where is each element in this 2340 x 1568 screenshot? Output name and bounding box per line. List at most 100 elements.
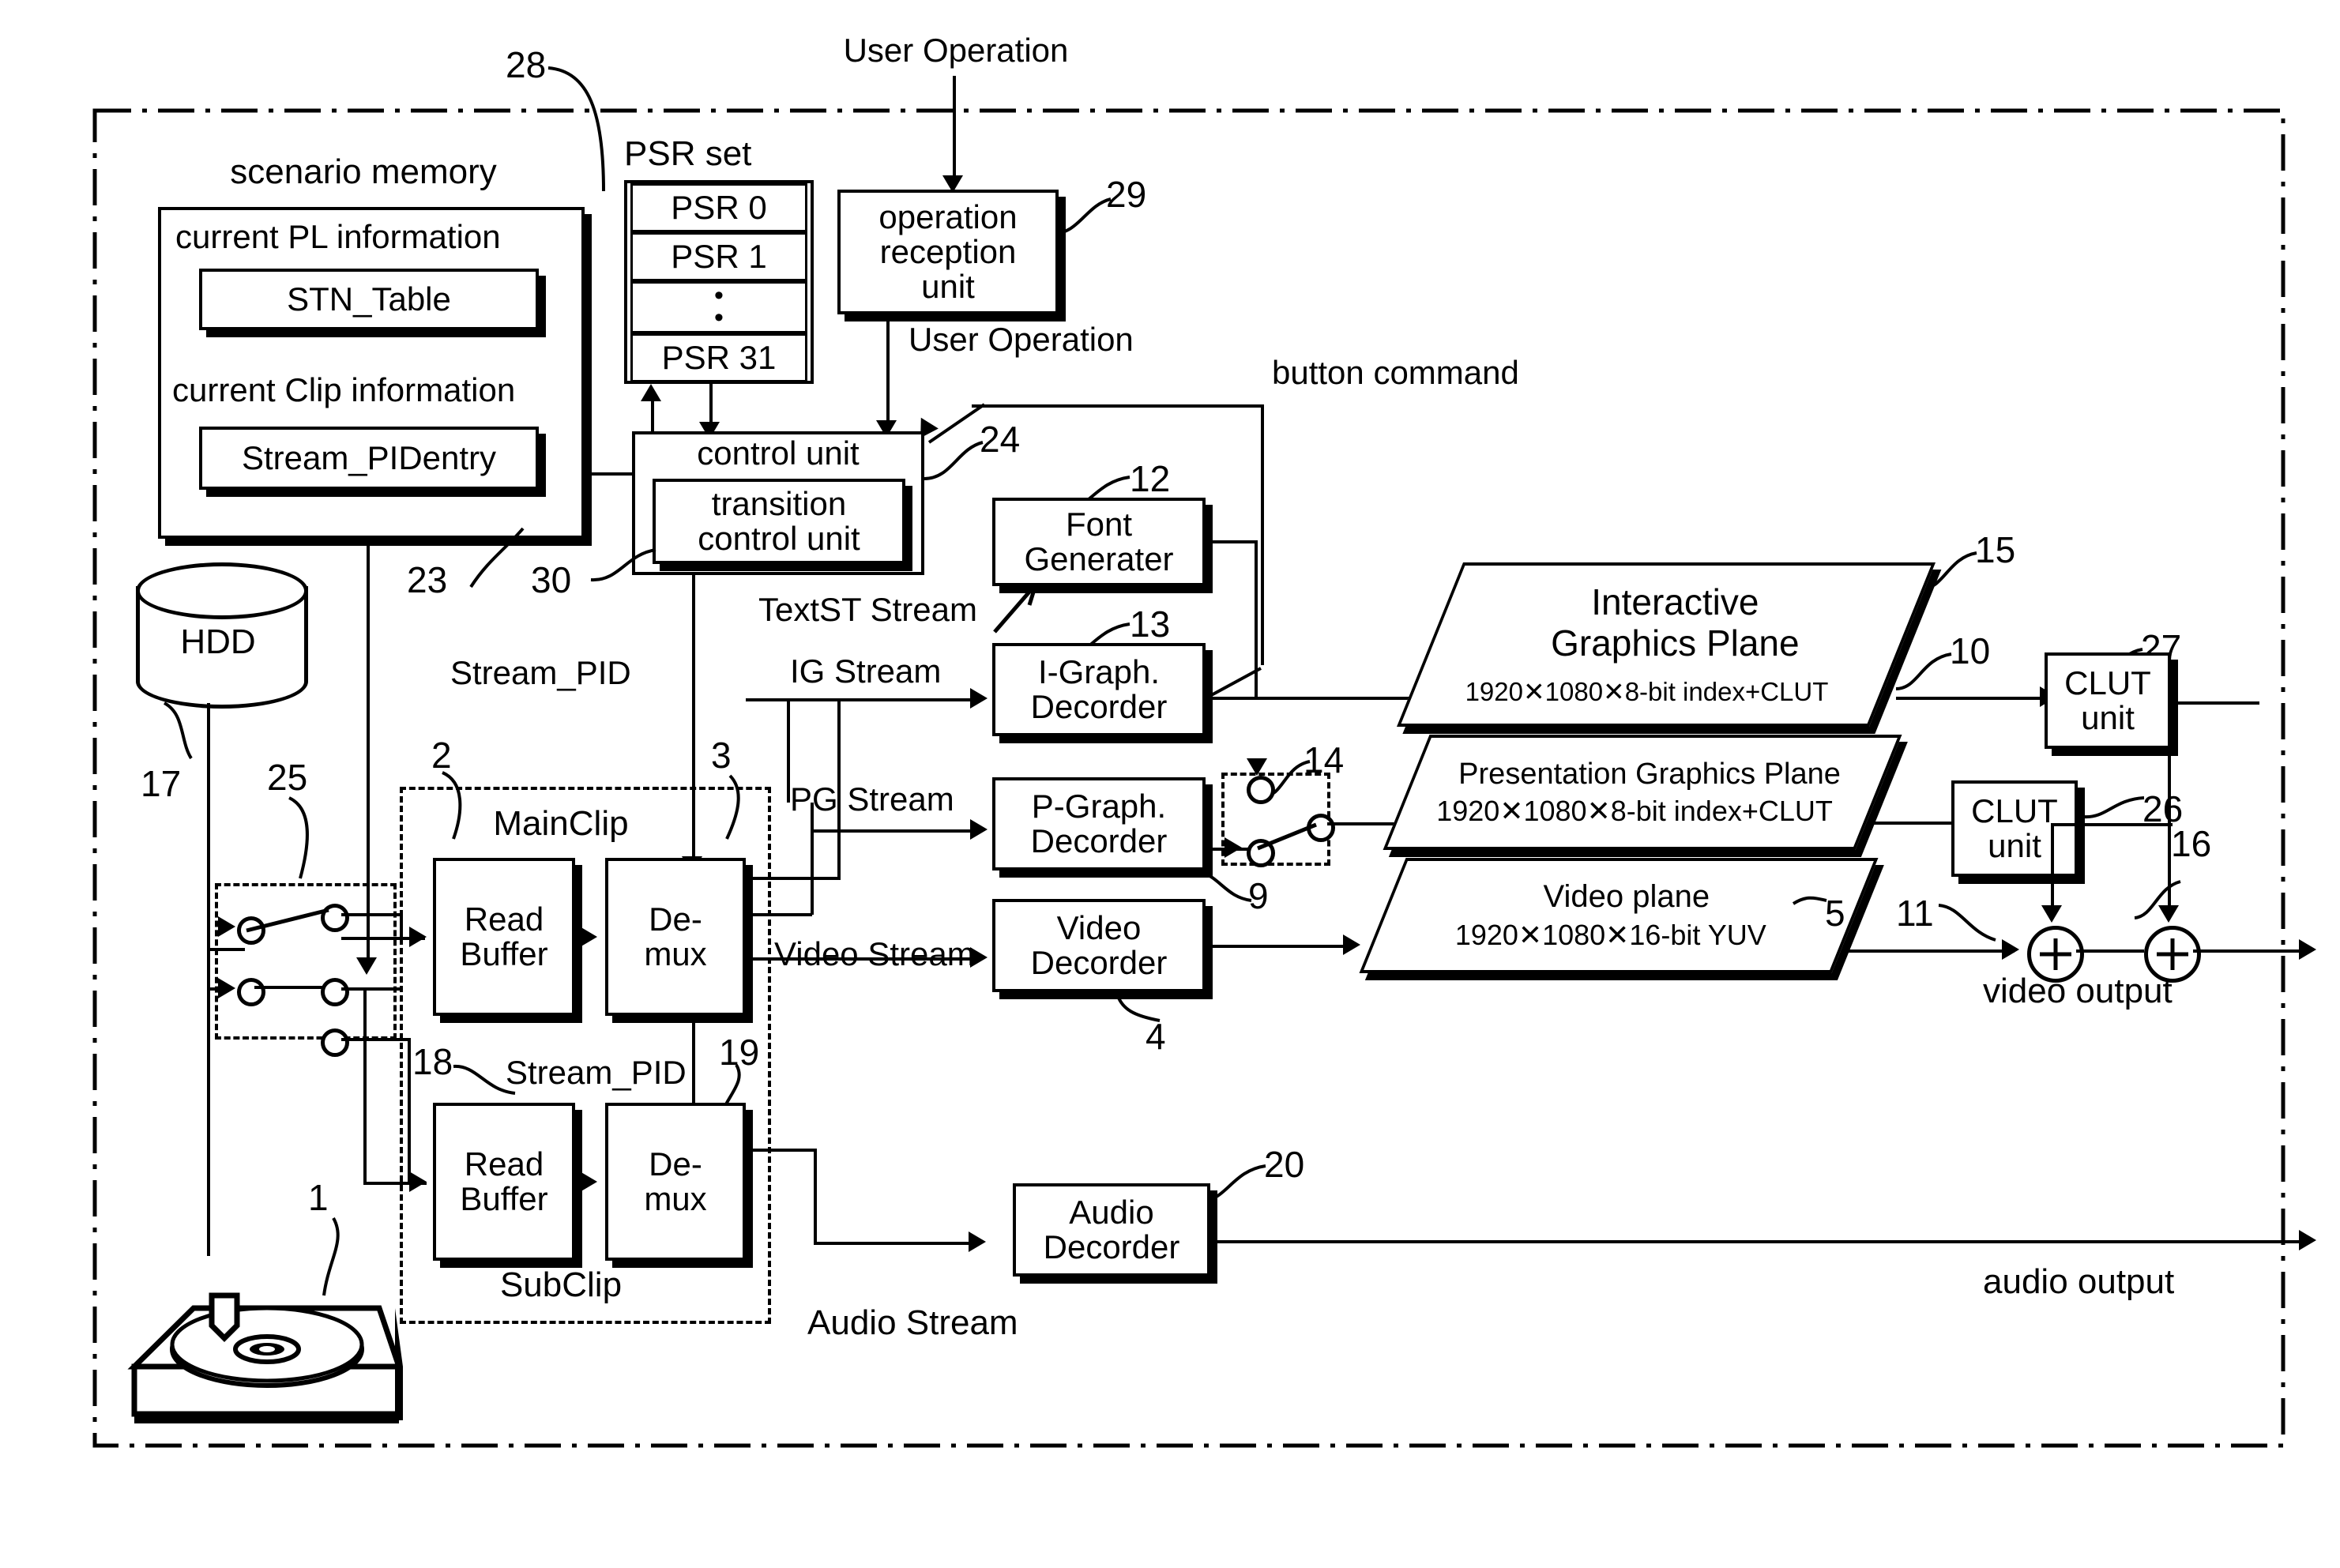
font-generater-label: Font Generater bbox=[1024, 505, 1174, 577]
disc-player-drawing bbox=[127, 1292, 403, 1423]
diagram-canvas: User Operation 28 29 scenario memory cur… bbox=[0, 0, 2340, 1568]
adder1-in-arrowhead bbox=[2002, 939, 2019, 960]
read-buffer-sub-box: Read Buffer bbox=[433, 1103, 575, 1261]
subclip-label: SubClip bbox=[499, 1265, 623, 1304]
audio-output-arrowhead bbox=[2299, 1230, 2316, 1250]
audio-output-label: audio output bbox=[1983, 1262, 2175, 1301]
switch-out-bottom-h bbox=[341, 1038, 411, 1041]
ref-18-leader bbox=[453, 1064, 516, 1095]
clut-top-out-h bbox=[2171, 701, 2259, 705]
psr-1-label: PSR 1 bbox=[671, 237, 767, 275]
switch-25-in-arrow-top bbox=[218, 916, 235, 937]
video-stream-line bbox=[755, 957, 973, 961]
button-command-h-line bbox=[972, 404, 1264, 408]
stream-pidentry-box: Stream_PIDentry bbox=[199, 427, 539, 490]
audio-output-line bbox=[1210, 1240, 2308, 1243]
ref-20-leader bbox=[1202, 1164, 1266, 1202]
scenario-memory-label: scenario memory bbox=[230, 152, 497, 191]
audio-decorder-in-arrowhead bbox=[969, 1231, 986, 1252]
audio-path-h bbox=[814, 1242, 972, 1245]
stn-table-box: STN_Table bbox=[199, 269, 539, 330]
user-operation-arrow-line bbox=[953, 76, 956, 179]
switch-out-top-h bbox=[341, 913, 403, 916]
readbuf-sub-in-arrowhead bbox=[409, 1171, 427, 1192]
clut-top-out-v bbox=[2168, 701, 2171, 910]
p-graph-decorder-box: P-Graph. Decorder bbox=[992, 777, 1206, 870]
stream-pid-sub-label: Stream_PID bbox=[506, 1054, 687, 1091]
hdd-label: HDD bbox=[180, 622, 256, 661]
stn-table-label: STN_Table bbox=[287, 280, 451, 318]
ref-10-leader bbox=[1895, 652, 1952, 690]
operation-reception-unit-box: operation reception unit bbox=[837, 190, 1059, 314]
ig-stream-label: IG Stream bbox=[790, 652, 942, 690]
video-plane-spec: 1920✕1080✕16-bit YUV bbox=[1454, 919, 1766, 952]
switch-25-out-node-bottom bbox=[321, 1028, 349, 1057]
textst-stream-label: TextST Stream bbox=[758, 591, 977, 628]
subdemux-out-v bbox=[814, 1149, 817, 1245]
pg-stream-v-line bbox=[811, 803, 814, 829]
ref-9-leader bbox=[1202, 870, 1252, 902]
video-output-arrowhead bbox=[2299, 939, 2316, 960]
switch-out-v1 bbox=[400, 913, 403, 938]
clut-bottom-out-h2 bbox=[2051, 823, 2079, 826]
demux-main-box: De-mux bbox=[605, 858, 746, 1016]
read-buffer-main-box: Read Buffer bbox=[433, 858, 575, 1016]
video-decorder-label: Video Decorder bbox=[1030, 908, 1168, 981]
demux-main-pg-v bbox=[811, 829, 814, 915]
audio-decorder-label: Audio Decorder bbox=[1043, 1193, 1180, 1265]
stream-pid-main-label: Stream_PID bbox=[450, 654, 631, 691]
video-output-label: video output bbox=[1983, 972, 2173, 1010]
ref-29-leader bbox=[1051, 197, 1112, 235]
switch-25-blade-bottom bbox=[254, 986, 324, 989]
psr-set-label: PSR set bbox=[624, 134, 752, 173]
pg-stream-label: PG Stream bbox=[790, 780, 954, 818]
readbuf-to-demux-main-line bbox=[575, 937, 591, 940]
sub-feed-v bbox=[363, 987, 367, 1183]
clut-unit-bottom-box: CLUT unit bbox=[1951, 780, 2078, 877]
video-stream-arrowhead bbox=[970, 947, 988, 968]
psr-to-control-up-arrowhead bbox=[641, 384, 661, 401]
switch-out-bottom-v bbox=[408, 1038, 411, 1183]
psr-0-label: PSR 0 bbox=[671, 188, 767, 226]
audio-decorder-box: Audio Decorder bbox=[1013, 1183, 1210, 1277]
ig-plane-to-clut-line bbox=[1896, 697, 2059, 700]
switch-25-out-node-mid bbox=[321, 978, 349, 1006]
pgraph-out-arrowhead bbox=[1225, 837, 1242, 858]
ref-3: 3 bbox=[711, 735, 732, 776]
i-graph-decorder-label: I-Graph. Decorder bbox=[1030, 652, 1168, 725]
ref-25-leader bbox=[288, 796, 309, 879]
ref-17: 17 bbox=[141, 763, 182, 804]
ref-11: 11 bbox=[1896, 893, 1934, 934]
video-plane-name: Video plane bbox=[1543, 879, 1710, 915]
demux-main-ig-join bbox=[787, 698, 841, 701]
switch-25-in-node-bottom bbox=[237, 978, 265, 1006]
scenario-to-control-line bbox=[585, 472, 637, 476]
button-command-v-line bbox=[1261, 404, 1264, 665]
switch-9-node-top bbox=[1247, 776, 1275, 804]
demux-main-ig-v bbox=[837, 698, 841, 878]
demux-main-out-ig-h bbox=[746, 698, 790, 701]
ref-23: 23 bbox=[407, 559, 448, 600]
interactive-graphics-plane-name: Interactive Graphics Plane bbox=[1550, 581, 1800, 664]
read-buffer-sub-label: Read Buffer bbox=[460, 1145, 548, 1217]
read-buffer-main-label: Read Buffer bbox=[460, 900, 548, 972]
switch-9-top-arrowhead bbox=[1247, 758, 1267, 776]
switch-25-blade-top bbox=[246, 908, 329, 933]
ref-30: 30 bbox=[531, 559, 572, 600]
psr-0-row: PSR 0 bbox=[630, 183, 807, 232]
psr-ellipsis-label: • • bbox=[714, 280, 724, 333]
switch-9-blade bbox=[1257, 822, 1317, 851]
i-graph-decorder-box: I-Graph. Decorder bbox=[992, 643, 1206, 736]
demux-sub-label: De-mux bbox=[644, 1145, 707, 1217]
presentation-graphics-plane-spec: 1920✕1080✕8-bit index+CLUT bbox=[1436, 795, 1834, 828]
transition-control-unit-label: transition control unit bbox=[698, 484, 860, 557]
video-stream-label: Video Stream bbox=[774, 935, 975, 972]
ref-11-leader bbox=[1938, 904, 1996, 942]
video-output-line bbox=[2193, 949, 2308, 953]
ref-5-leader bbox=[1792, 896, 1827, 905]
operation-reception-unit-label: operation reception unit bbox=[878, 197, 1018, 306]
psr-31-label: PSR 31 bbox=[661, 338, 777, 376]
adder2-top-arrowhead bbox=[2158, 905, 2179, 923]
audio-stream-label: Audio Stream bbox=[807, 1303, 1018, 1342]
mainclip-label: MainClip bbox=[493, 804, 629, 843]
